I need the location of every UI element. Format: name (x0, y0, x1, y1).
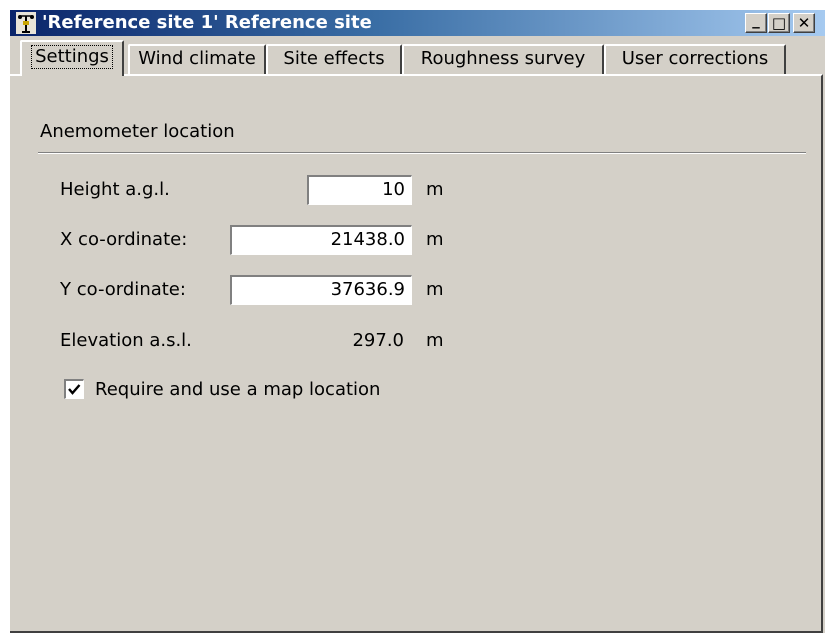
height-unit: m (426, 179, 444, 200)
tab-settings[interactable]: Settings (20, 40, 124, 76)
maximize-icon: □ (771, 13, 787, 32)
height-label: Height a.g.l. (60, 179, 170, 200)
tab-wind-climate[interactable]: Wind climate (128, 44, 266, 74)
checkmark-icon (68, 384, 81, 395)
reference-site-window: 'Reference site 1' Reference site _ □ ✕ … (8, 8, 825, 633)
map-location-checkbox[interactable] (64, 379, 84, 399)
minimize-button[interactable]: _ (745, 10, 767, 33)
map-location-label[interactable]: Require and use a map location (95, 378, 380, 402)
settings-panel (10, 74, 823, 633)
height-field[interactable]: 10 (307, 175, 412, 205)
elevation-label: Elevation a.s.l. (60, 330, 192, 351)
group-divider (38, 152, 806, 154)
elevation-unit: m (426, 330, 444, 351)
y-coordinate-label: Y co-ordinate: (60, 279, 186, 300)
x-coordinate-label: X co-ordinate: (60, 229, 188, 250)
y-coordinate-unit: m (426, 279, 444, 300)
maximize-button[interactable]: □ (768, 13, 790, 33)
title-bar[interactable]: 'Reference site 1' Reference site _ □ ✕ (10, 10, 825, 36)
window-title: 'Reference site 1' Reference site (42, 12, 372, 33)
tab-strip: Settings Wind climate Site effects Rough… (10, 36, 825, 76)
tab-site-effects[interactable]: Site effects (266, 44, 402, 74)
y-coordinate-field[interactable]: 37636.9 (230, 275, 412, 305)
close-button[interactable]: ✕ (793, 13, 815, 33)
elevation-value: 297.0 (352, 330, 404, 351)
tab-user-corrections[interactable]: User corrections (604, 44, 786, 74)
x-coordinate-unit: m (426, 229, 444, 250)
anemometer-location-heading: Anemometer location (40, 121, 235, 142)
x-coordinate-field[interactable]: 21438.0 (230, 225, 412, 255)
anemometer-icon (16, 12, 36, 34)
tab-roughness-survey[interactable]: Roughness survey (402, 44, 604, 74)
minimize-icon: _ (752, 10, 760, 29)
close-icon: ✕ (797, 13, 811, 32)
